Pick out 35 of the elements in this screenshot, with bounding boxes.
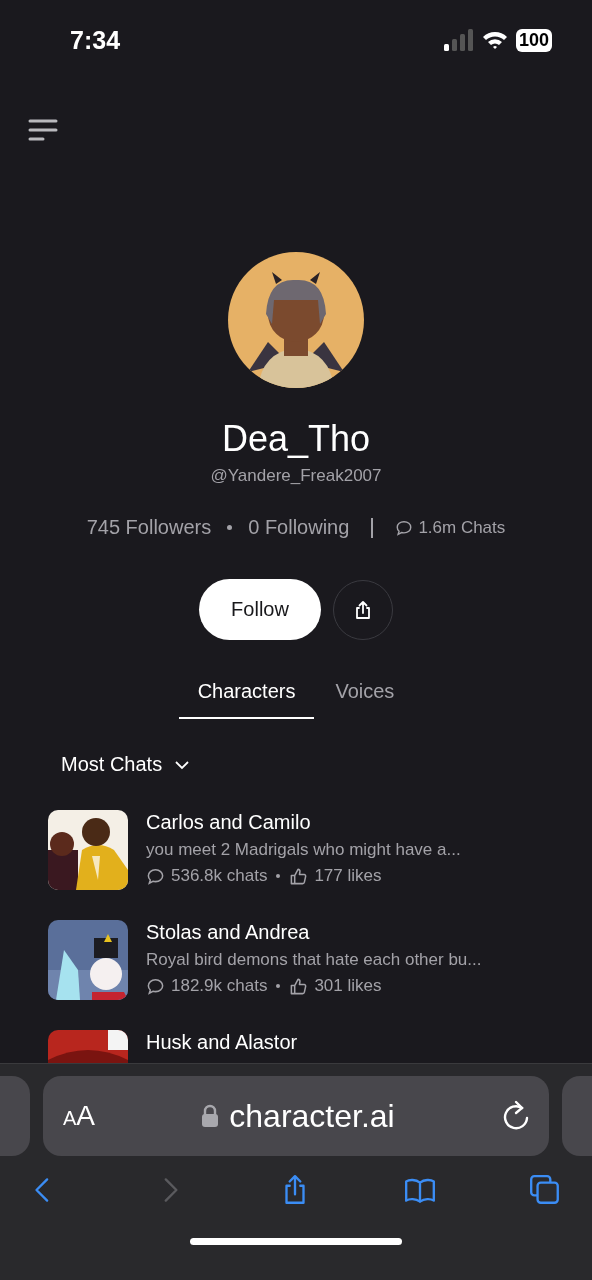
follow-button[interactable]: Follow — [199, 579, 321, 640]
menu-icon[interactable] — [28, 118, 58, 142]
like-count: 177 likes — [314, 866, 382, 886]
chat-icon — [146, 866, 165, 886]
url-text: character.ai — [229, 1097, 395, 1135]
status-time: 7:34 — [70, 25, 121, 55]
chevron-down-icon — [174, 759, 191, 770]
chats-count: 1.6m Chats — [418, 517, 506, 538]
character-description: Royal bird demons that hate each other bu... — [146, 950, 482, 970]
reload-icon[interactable] — [501, 1100, 531, 1132]
character-name[interactable]: Carlos and Camilo — [146, 811, 461, 834]
thumbs-up-icon — [289, 866, 309, 886]
chat-count: 182.9k chats — [171, 976, 268, 996]
battery-level: 100 — [515, 28, 552, 52]
character-name[interactable]: Stolas and Andrea — [146, 921, 482, 944]
text-size-button[interactable]: AA — [63, 1100, 96, 1132]
tab[interactable]: Characters — [178, 678, 315, 719]
character-description: you meet 2 Madrigals who might have a... — [146, 840, 461, 860]
chat-icon — [395, 518, 414, 537]
wifi-icon — [481, 30, 508, 50]
chat-icon — [146, 976, 165, 996]
lock-icon — [201, 1104, 220, 1128]
thumbs-up-icon — [289, 976, 309, 996]
like-count: 301 likes — [314, 976, 382, 996]
tab[interactable]: Voices — [316, 678, 414, 719]
profile-handle: @Yandere_Freak2007 — [210, 466, 382, 486]
following-count[interactable]: 0 Following — [248, 516, 350, 539]
profile-name: Dea_Tho — [221, 418, 371, 460]
share-icon — [353, 599, 373, 620]
chat-count: 536.8k chats — [171, 866, 268, 886]
address-bar[interactable]: AA character.ai — [43, 1076, 549, 1156]
signal-icon — [443, 29, 474, 51]
sort-dropdown[interactable]: Most Chats — [61, 753, 191, 776]
character-name[interactable]: Husk and Alastor — [146, 1031, 298, 1054]
followers-count[interactable]: 745 Followers — [86, 516, 212, 539]
